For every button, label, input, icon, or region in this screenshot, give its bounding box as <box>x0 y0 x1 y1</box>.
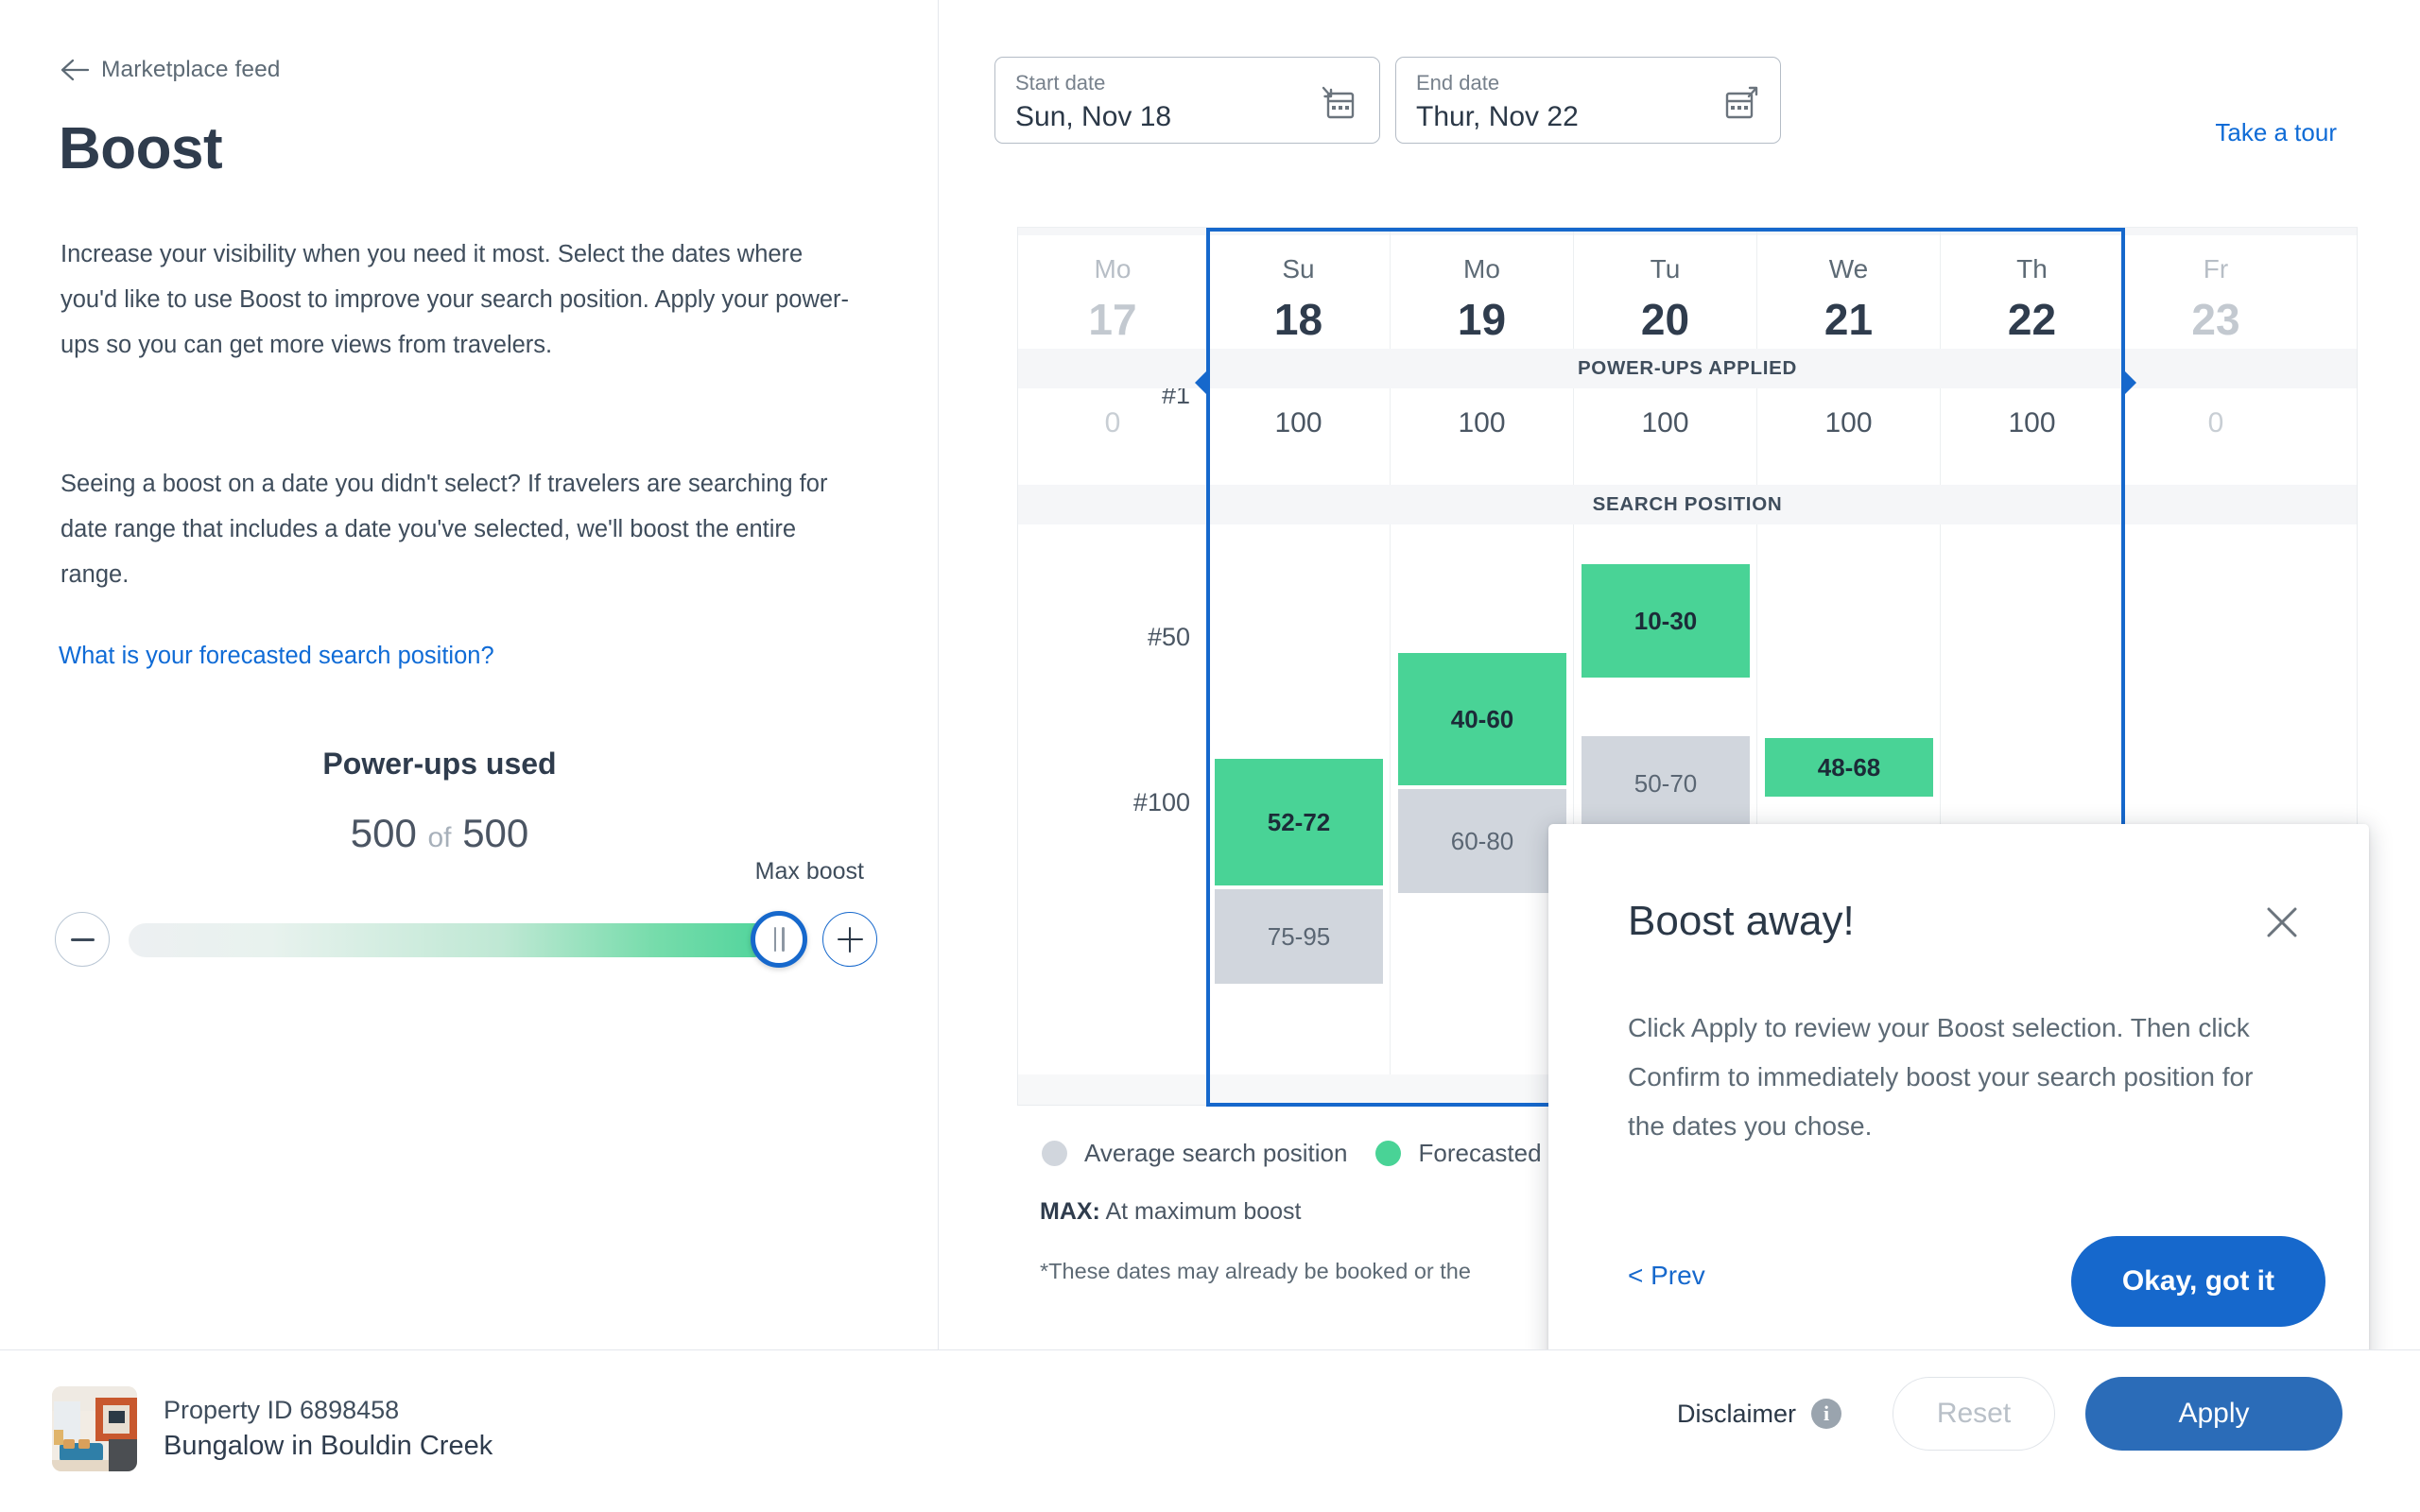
forecast-bar[interactable]: 52-72 <box>1215 759 1383 885</box>
day-abbr: Th <box>2016 254 2048 284</box>
day-number: 21 <box>1824 295 1874 344</box>
end-date-field[interactable]: End date Thur, Nov 22 <box>1395 57 1781 144</box>
forecast-bar[interactable]: 40-60 <box>1398 653 1566 785</box>
powerups-value: 100 <box>1274 407 1322 438</box>
reset-button[interactable]: Reset <box>1893 1377 2055 1451</box>
day-number: 22 <box>2007 295 2057 344</box>
property-summary: Property ID 6898458 Bungalow in Bouldin … <box>52 1386 493 1471</box>
day-number: 20 <box>1640 295 1690 344</box>
start-date-field[interactable]: Start date Sun, Nov 18 <box>994 57 1380 144</box>
forecasted-search-position-link[interactable]: What is your forecasted search position? <box>59 643 494 670</box>
day-abbr: Su <box>1282 254 1315 284</box>
drag-handle-icon-2 <box>782 927 785 952</box>
apply-button[interactable]: Apply <box>2085 1377 2342 1451</box>
start-date-value: Sun, Nov 18 <box>1015 101 1172 132</box>
popover-body: Click Apply to review your Boost selecti… <box>1628 1013 2254 1141</box>
powerups-value: 0 <box>1104 407 1121 438</box>
powerups-slider[interactable] <box>55 911 887 978</box>
forecast-bar[interactable]: 48-68 <box>1765 738 1933 797</box>
page-title: Boost <box>59 116 223 181</box>
powerups-value: 100 <box>2008 407 2056 438</box>
date-range-fields: Start date Sun, Nov 18 End date Thur, No… <box>994 57 1781 144</box>
day-abbr: Mo <box>1094 254 1132 284</box>
tour-popover: Boost away! Click Apply to review your B… <box>1548 824 2369 1397</box>
day-abbr: Tu <box>1650 254 1681 284</box>
start-date-label: Start date <box>1015 71 1106 94</box>
close-icon[interactable] <box>2261 902 2303 943</box>
max-prefix: MAX: <box>1040 1198 1100 1225</box>
end-date-label: End date <box>1416 71 1500 94</box>
drag-handle-icon <box>773 927 776 952</box>
calendar-arrow-in-icon <box>1322 86 1355 119</box>
powerups-value: 100 <box>1641 407 1689 438</box>
description-paragraph-1: Increase your visibility when you need i… <box>60 241 850 358</box>
max-boost-label: Max boost <box>754 858 864 885</box>
day-number: 18 <box>1273 295 1323 344</box>
breadcrumb[interactable]: Marketplace feed <box>60 57 281 83</box>
average-bar[interactable]: 75-95 <box>1215 889 1383 984</box>
increment-button[interactable] <box>822 912 877 967</box>
day-abbr: We <box>1828 254 1869 284</box>
slider-track[interactable] <box>129 923 771 957</box>
property-text: Property ID 6898458 Bungalow in Bouldin … <box>164 1396 493 1462</box>
page-footer: Property ID 6898458 Bungalow in Bouldin … <box>0 1349 2420 1512</box>
popover-title: Boost away! <box>1628 898 1855 944</box>
day-number: 19 <box>1457 295 1507 344</box>
popover-ok-button[interactable]: Okay, got it <box>2070 1236 2325 1327</box>
calendar-arrow-out-icon <box>1725 86 1758 119</box>
end-date-value: Thur, Nov 22 <box>1416 101 1579 132</box>
day-number: 17 <box>1088 295 1137 344</box>
property-name: Bungalow in Bouldin Creek <box>164 1431 493 1461</box>
left-info-panel: Marketplace feed Boost Increase your vis… <box>0 0 939 1349</box>
property-photo <box>52 1386 137 1471</box>
powerups-value: 100 <box>1458 407 1506 438</box>
take-a-tour-link[interactable]: Take a tour <box>2215 118 2337 147</box>
powerups-value: 100 <box>1824 407 1873 438</box>
popover-prev-link[interactable]: < Prev <box>1628 1261 1705 1291</box>
day-abbr: Fr <box>2203 254 2229 284</box>
disclaimer-label: Disclaimer <box>1676 1399 1796 1428</box>
disclaimer[interactable]: Disclaimer i <box>1677 1399 1841 1429</box>
bars-19: 40-60 60-80 <box>1391 524 1574 1105</box>
legend-dot-grey-icon <box>1042 1141 1067 1166</box>
legend-item-average: Average search position <box>1042 1139 1347 1168</box>
legend-dot-green-icon <box>1375 1141 1402 1166</box>
powerups-applied-band: POWER-UPS APPLIED <box>1018 349 2357 388</box>
property-id: Property ID 6898458 <box>164 1396 400 1424</box>
slider-thumb[interactable] <box>751 911 807 968</box>
average-bar[interactable]: 50-70 <box>1582 736 1750 831</box>
arrow-left-icon <box>60 59 89 81</box>
max-boost-note: MAX: At maximum boost <box>1040 1198 1301 1226</box>
minus-icon <box>70 937 95 941</box>
day-abbr: Mo <box>1463 254 1500 284</box>
legend-label: Average search position <box>1084 1139 1348 1167</box>
powerups-total-value: 500 <box>462 811 529 855</box>
max-text: At maximum boost <box>1105 1198 1302 1225</box>
forecast-bar[interactable]: 10-30 <box>1582 564 1750 678</box>
info-icon[interactable]: i <box>1811 1399 1841 1429</box>
powerups-value: 0 <box>2207 407 2224 438</box>
decrement-button[interactable] <box>55 912 110 967</box>
boost-page: Marketplace feed Boost Increase your vis… <box>0 0 2420 1512</box>
average-bar[interactable]: 60-80 <box>1398 789 1566 893</box>
day-number: 23 <box>2191 295 2240 344</box>
search-position-band: SEARCH POSITION <box>1018 485 2357 524</box>
plus-icon <box>837 926 863 953</box>
powerups-used-count: 500 of 500 <box>0 811 879 856</box>
breadcrumb-label: Marketplace feed <box>101 57 281 82</box>
powerups-used-title: Power-ups used <box>322 747 557 781</box>
powerups-used-value: 500 <box>350 811 417 855</box>
footer-actions: Disclaimer i Reset Apply <box>1677 1377 2342 1451</box>
bars-18: 52-72 75-95 <box>1207 524 1391 1105</box>
description-paragraph-2: Seeing a boost on a date you didn't sele… <box>60 471 828 588</box>
powerups-of-label: of <box>427 822 452 853</box>
chart-footnote: *These dates may already be booked or th… <box>1040 1259 1471 1283</box>
